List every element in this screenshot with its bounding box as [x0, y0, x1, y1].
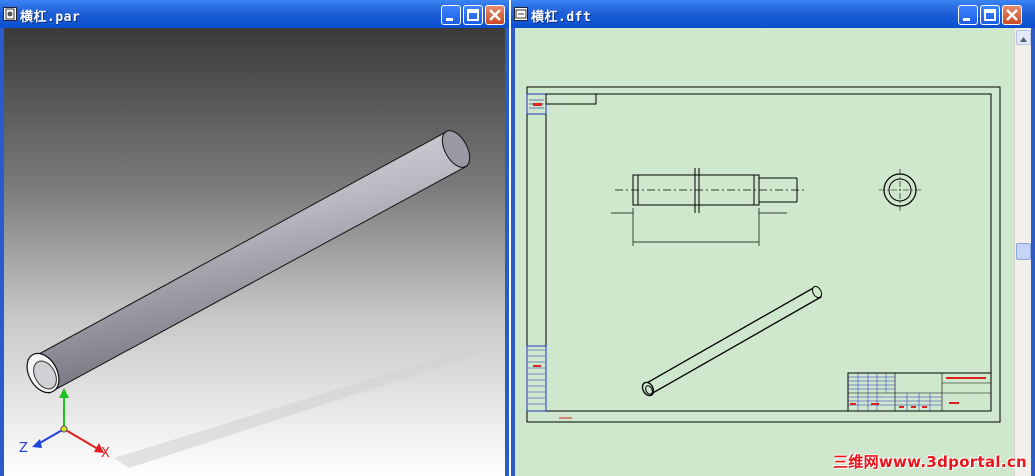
maximize-button[interactable] [463, 5, 483, 25]
minimize-icon [963, 18, 970, 21]
drawing-sheet[interactable] [515, 28, 1014, 476]
z-axis-arrow [37, 428, 65, 445]
draft-window-title: 横杠.dft [531, 10, 592, 25]
part-window-titlebar[interactable]: 横杠.par [0, 0, 509, 28]
side-view [879, 169, 921, 211]
site-watermark: 三维网www.3dportal.cn [832, 453, 1027, 471]
isometric-view [641, 285, 823, 397]
close-button[interactable] [1002, 5, 1022, 25]
maximize-button[interactable] [980, 5, 1000, 25]
draft-window-titlebar[interactable]: 横杠.dft [511, 0, 1035, 28]
draft-window[interactable]: 横杠.dft 三维网www.3dportal.cn [511, 0, 1035, 476]
part-window[interactable]: 横杠.par X Z [0, 0, 509, 476]
maximize-icon [467, 9, 479, 21]
scroll-thumb[interactable] [1016, 243, 1031, 260]
z-axis-label: Z [19, 441, 28, 456]
close-icon [489, 9, 501, 21]
part-window-title: 横杠.par [20, 10, 81, 25]
close-button[interactable] [485, 5, 505, 25]
part-document-icon [3, 7, 17, 21]
vertical-scrollbar[interactable] [1014, 28, 1031, 476]
minimize-icon [446, 18, 453, 21]
x-axis-arrow [63, 428, 99, 450]
draft-document-icon [514, 7, 528, 21]
draft-sheet-area[interactable]: 三维网www.3dportal.cn [515, 28, 1031, 476]
minimize-button[interactable] [441, 5, 461, 25]
x-axis-label: X [101, 446, 110, 461]
axis-triad [32, 388, 104, 453]
minimize-button[interactable] [958, 5, 978, 25]
scroll-up-button[interactable] [1016, 30, 1031, 45]
close-icon [1006, 9, 1018, 21]
part-viewport[interactable]: X Z [4, 28, 505, 476]
front-view [611, 168, 805, 246]
maximize-icon [984, 9, 996, 21]
title-block [847, 372, 992, 412]
arrow-up-icon [1020, 37, 1027, 42]
